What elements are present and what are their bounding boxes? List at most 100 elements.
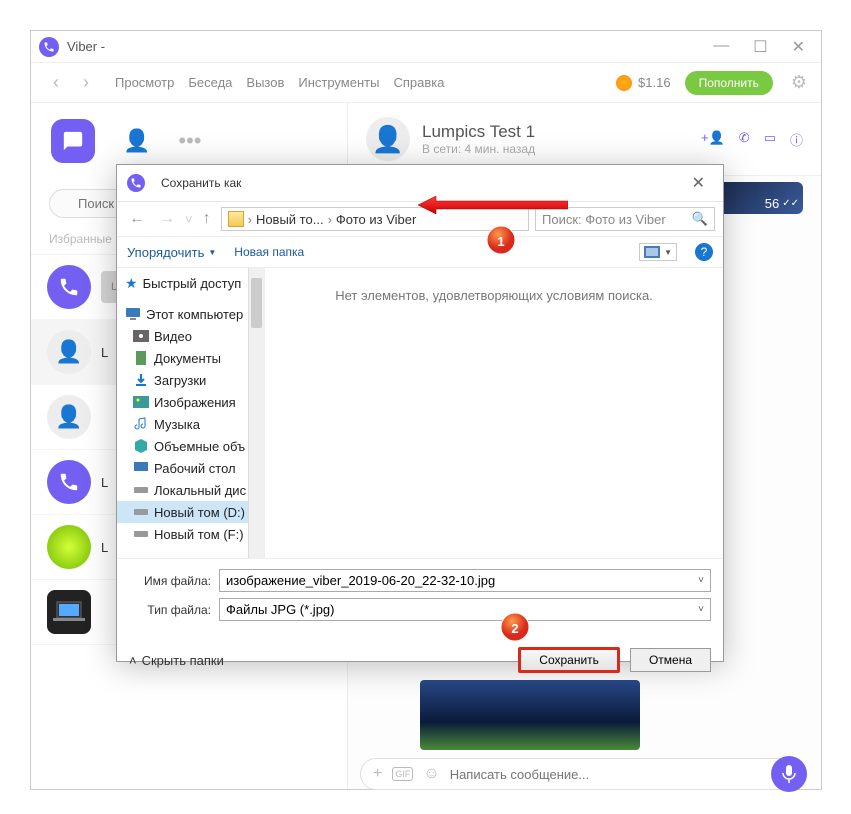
new-folder-button[interactable]: Новая папка — [234, 245, 304, 259]
menu-browse[interactable]: Просмотр — [115, 75, 174, 90]
sidebar-item-video[interactable]: Видео — [117, 325, 264, 347]
breadcrumb-item[interactable]: Новый то... — [256, 212, 324, 227]
filetype-label: Тип файла: — [129, 603, 211, 617]
annotation-arrow — [418, 196, 568, 214]
sidebar-quick-access[interactable]: ★Быстрый доступ — [117, 272, 264, 295]
download-icon — [133, 372, 149, 388]
back-icon[interactable]: ‹ — [45, 72, 67, 94]
chevron-up-icon: ˄ — [129, 653, 137, 668]
chevron-down-icon[interactable]: ˅ — [698, 604, 704, 615]
sidebar-item-documents[interactable]: Документы — [117, 347, 264, 369]
close-icon[interactable]: ✕ — [792, 37, 805, 57]
avatar — [47, 265, 91, 309]
drive-icon — [133, 482, 149, 498]
contact-icon[interactable]: 👤 — [123, 128, 150, 154]
desktop-icon — [133, 460, 149, 476]
scrollbar[interactable] — [248, 268, 264, 558]
maximize-icon[interactable]: ☐ — [753, 37, 767, 57]
sidebar-this-pc[interactable]: Этот компьютер — [117, 303, 264, 325]
emoji-icon[interactable]: ☺ — [423, 765, 439, 783]
chat-button[interactable] — [51, 119, 95, 163]
menu-bar: ‹ › Просмотр Беседа Вызов Инструменты Сп… — [31, 63, 821, 103]
close-icon[interactable]: ✕ — [684, 171, 713, 195]
contact-name: L — [101, 540, 108, 555]
avatar: 👤 — [47, 395, 91, 439]
save-button[interactable]: Сохранить — [518, 647, 620, 673]
message-input[interactable] — [450, 767, 794, 782]
gear-icon[interactable]: ⚙ — [791, 72, 807, 93]
more-icon[interactable]: ••• — [178, 128, 201, 154]
titlebar: Viber - — ☐ ✕ — [31, 31, 821, 63]
balance-value: $1.16 — [638, 75, 671, 90]
contact-name: L — [101, 475, 108, 490]
search-icon: 🔍 — [692, 211, 708, 227]
drive-icon — [133, 526, 149, 542]
sidebar-item-downloads[interactable]: Загрузки — [117, 369, 264, 391]
avatar: 👤 — [47, 330, 91, 374]
sidebar-item-drive-f[interactable]: Новый том (F:) — [117, 523, 264, 545]
annotation-badge-1: 1 — [486, 225, 516, 255]
dialog-title: Сохранить как — [161, 176, 676, 190]
cube-icon — [133, 438, 149, 454]
breadcrumb-item[interactable]: Фото из Viber — [336, 212, 416, 227]
add-user-icon[interactable]: +👤 — [701, 130, 725, 149]
drive-icon — [133, 504, 149, 520]
forward-icon[interactable]: → — [155, 208, 179, 230]
balance: $1.16 — [616, 75, 671, 91]
voice-button[interactable] — [771, 756, 807, 792]
star-icon: ★ — [125, 275, 138, 292]
menu-tools[interactable]: Инструменты — [298, 75, 379, 90]
topup-button[interactable]: Пополнить — [685, 71, 773, 95]
document-icon — [133, 350, 149, 366]
forward-icon[interactable]: › — [75, 72, 97, 94]
music-icon — [133, 416, 149, 432]
coin-icon — [616, 75, 632, 91]
cancel-button[interactable]: Отмена — [630, 648, 711, 672]
mic-icon — [782, 765, 796, 783]
sidebar-item-drive-d[interactable]: Новый том (D:) — [117, 501, 264, 523]
image-preview[interactable] — [420, 680, 640, 750]
filename-label: Имя файла: — [129, 574, 211, 588]
dialog-toolbar: Упорядочить ▼ Новая папка ▼ ? — [117, 237, 723, 268]
dialog-bottom: Имя файла: изображение_viber_2019-06-20_… — [117, 558, 723, 637]
info-icon[interactable]: ⓘ — [790, 130, 803, 149]
up-icon[interactable]: ↑ — [199, 208, 215, 230]
save-dialog: Сохранить как ✕ ← → ˅ ↑ › Новый то... › … — [116, 164, 724, 662]
call-icon[interactable]: ✆ — [739, 130, 750, 149]
minimize-icon[interactable]: — — [713, 37, 729, 57]
contact-name: L — [101, 345, 108, 360]
message-thumbnail[interactable]: 56 ✓✓ — [715, 182, 803, 214]
chat-status: В сети: 4 мин. назад — [422, 142, 689, 156]
sidebar-item-music[interactable]: Музыка — [117, 413, 264, 435]
chat-avatar: 👤 — [366, 117, 410, 161]
image-icon — [133, 394, 149, 410]
app-title: Viber - — [67, 39, 713, 54]
view-selector[interactable]: ▼ — [639, 243, 677, 261]
menu-call[interactable]: Вызов — [246, 75, 284, 90]
chat-name: Lumpics Test 1 — [422, 122, 689, 142]
organize-button[interactable]: Упорядочить ▼ — [127, 245, 216, 260]
view-icon — [644, 246, 660, 258]
menu-help[interactable]: Справка — [393, 75, 444, 90]
sidebar-item-3d[interactable]: Объемные объ — [117, 435, 264, 457]
chevron-down-icon[interactable]: ˅ — [698, 575, 704, 586]
sidebar-item-pictures[interactable]: Изображения — [117, 391, 264, 413]
video-icon[interactable]: ▭ — [764, 130, 776, 149]
help-icon[interactable]: ? — [695, 243, 713, 261]
filename-input[interactable]: изображение_viber_2019-06-20_22-32-10.jp… — [219, 569, 711, 592]
empty-message: Нет элементов, удовлетворяющих условиям … — [335, 288, 653, 303]
plus-icon[interactable]: + — [373, 765, 382, 783]
annotation-badge-2: 2 — [500, 612, 530, 642]
chat-actions: +👤 ✆ ▭ ⓘ — [701, 130, 803, 149]
back-icon[interactable]: ← — [125, 208, 149, 230]
hide-folders-button[interactable]: ˄Скрыть папки — [129, 653, 224, 668]
gif-icon[interactable]: GIF — [392, 767, 413, 781]
menu-chat[interactable]: Беседа — [188, 75, 232, 90]
window-controls: — ☐ ✕ — [713, 37, 805, 57]
sidebar-item-desktop[interactable]: Рабочий стол — [117, 457, 264, 479]
sidebar-item-local-disk[interactable]: Локальный дис — [117, 479, 264, 501]
viber-logo-icon — [39, 37, 59, 57]
filetype-select[interactable]: Файлы JPG (*.jpg)˅ — [219, 598, 711, 621]
dialog-sidebar: ★Быстрый доступ Этот компьютер Видео Док… — [117, 268, 265, 558]
avatar — [47, 460, 91, 504]
